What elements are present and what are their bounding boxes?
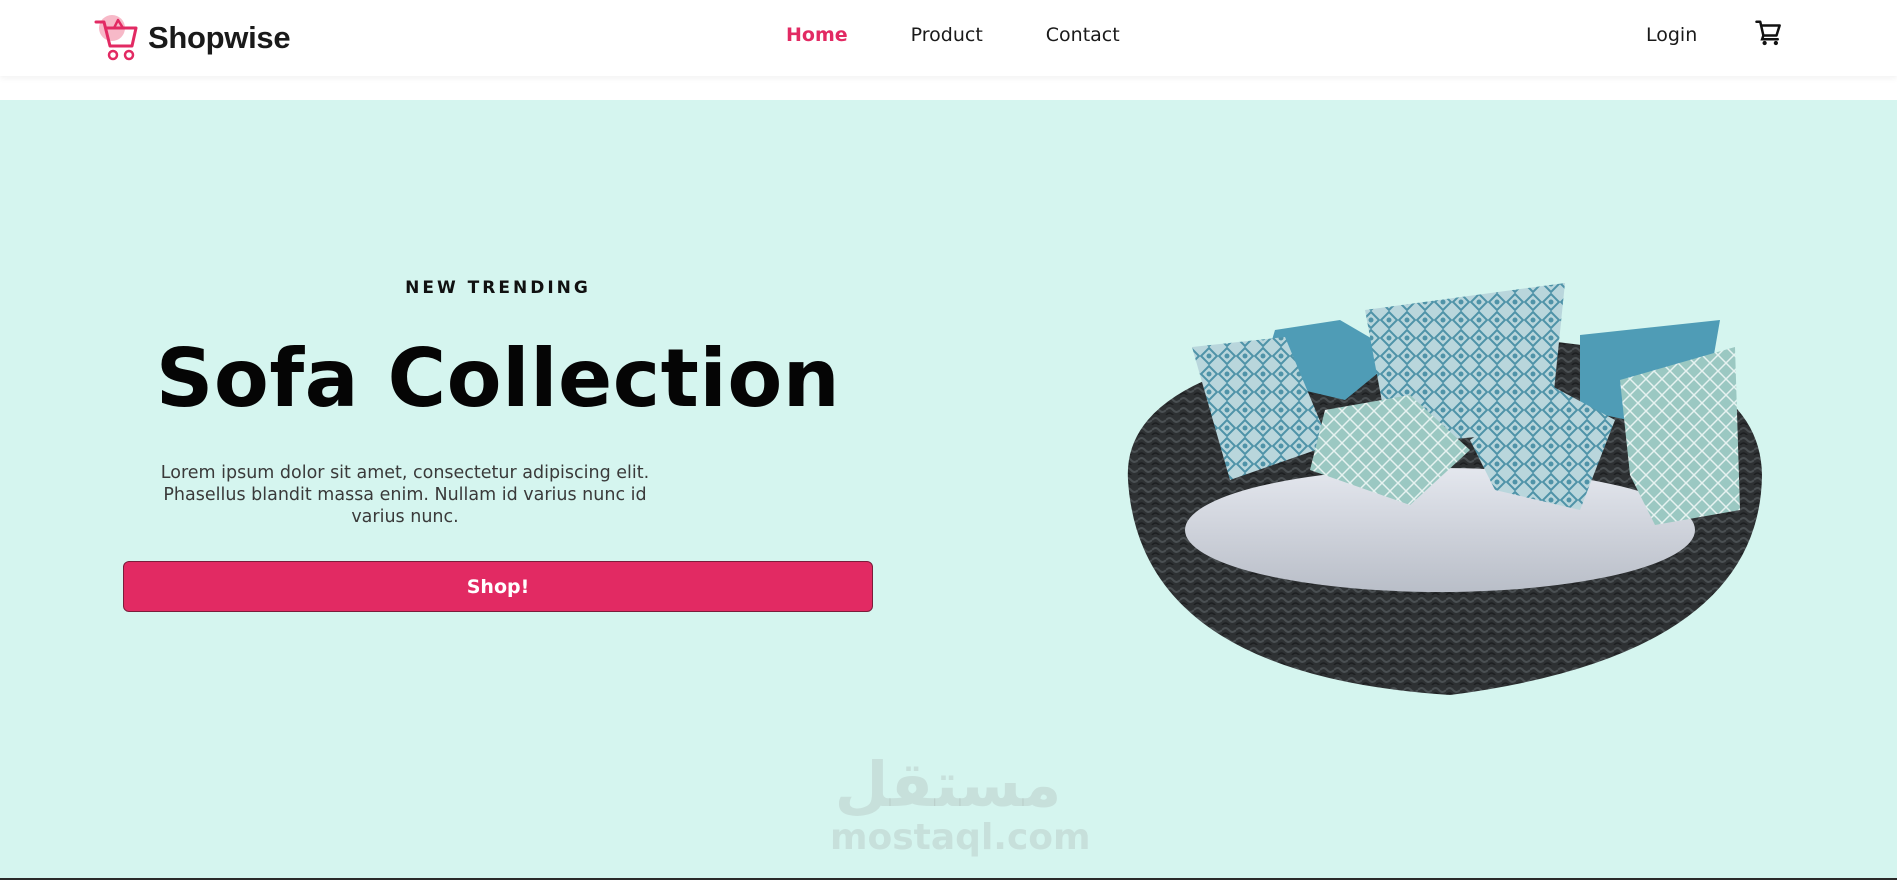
shopping-cart-logo-icon	[94, 15, 138, 61]
main-nav: Home Product Contact	[786, 24, 1120, 46]
login-link[interactable]: Login	[1646, 24, 1697, 46]
cart-button[interactable]	[1754, 18, 1784, 48]
shop-button[interactable]: Shop!	[123, 561, 873, 612]
nav-contact-link[interactable]: Contact	[1046, 24, 1120, 46]
hero-description: Lorem ipsum dolor sit amet, consectetur …	[160, 463, 650, 527]
cart-icon	[1755, 20, 1781, 46]
mostaql-watermark: مستقل mostaql.com	[830, 748, 1091, 862]
hero-title: Sofa Collection	[155, 332, 841, 425]
brand-name: Shopwise	[148, 20, 291, 55]
nav-product-link[interactable]: Product	[911, 24, 983, 46]
hero-kicker: NEW TRENDING	[405, 278, 591, 298]
watermark-latin: mostaql.com	[830, 817, 1091, 858]
top-navbar: Shopwise Home Product Contact Login	[0, 0, 1897, 76]
watermark-arabic: مستقل	[834, 748, 1062, 821]
sofa-product-image	[1127, 283, 1762, 695]
hero-section: NEW TRENDING Sofa Collection Lorem ipsum…	[0, 100, 1897, 880]
brand-home-link[interactable]: Shopwise	[92, 12, 291, 64]
nav-home-link[interactable]: Home	[786, 24, 848, 46]
